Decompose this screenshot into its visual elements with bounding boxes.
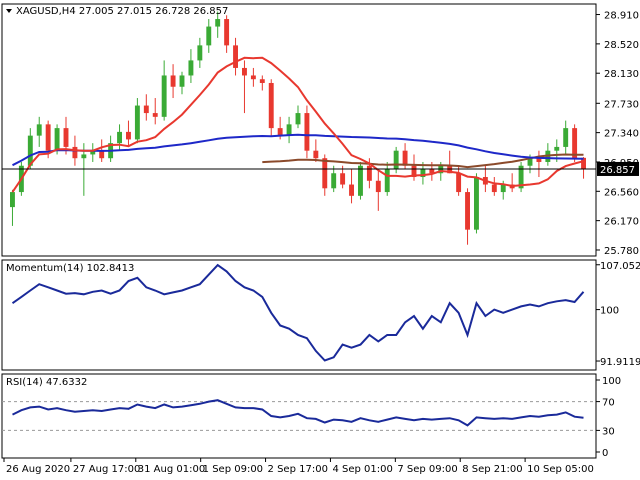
x-tick-label: 8 Sep 21:00	[462, 464, 522, 475]
candle-body	[45, 124, 51, 151]
momentum-label: Momentum(14) 102.8413	[6, 263, 134, 274]
current-price-label: 26.857	[600, 165, 635, 176]
x-tick-label: 26 Aug 2020	[6, 464, 70, 475]
symbol-info: XAGUSD,H4 27.005 27.015 26.728 26.857	[16, 6, 228, 17]
chart-svg: 28.91028.52028.13027.73027.34026.95026.5…	[1, 3, 640, 475]
candle-body	[152, 113, 158, 117]
x-tick-label: 1 Sep 09:00	[203, 464, 263, 475]
x-tick-label: 2 Sep 17:00	[268, 464, 328, 475]
x-tick-label: 27 Aug 17:00	[73, 464, 140, 475]
candle-body	[474, 177, 479, 230]
candle-body	[10, 192, 15, 208]
candle-body	[366, 165, 372, 181]
candle-body	[268, 82, 274, 129]
candle-body	[117, 131, 122, 144]
momentum-tick-label: 91.9119	[600, 357, 640, 368]
candle-body	[340, 173, 346, 185]
candle-body	[286, 124, 292, 136]
candle-body	[242, 67, 247, 76]
price-tick-label: 26.560	[604, 187, 639, 198]
candle-body	[456, 173, 462, 193]
sma-slow-line	[262, 153, 584, 169]
candle-body	[563, 128, 569, 147]
price-tick-label: 27.340	[604, 129, 639, 140]
rsi-tick-label: 30	[602, 426, 615, 437]
rsi-tick-label: 0	[602, 448, 608, 459]
candle-body	[197, 45, 203, 61]
candle-body	[554, 146, 560, 151]
price-tick-label: 28.520	[604, 40, 639, 51]
candle-body	[81, 154, 87, 159]
candle-body	[375, 180, 381, 193]
candle-body	[500, 184, 506, 193]
candle-body	[134, 105, 140, 140]
rsi-tick-label: 70	[602, 398, 615, 409]
candle-body	[358, 165, 363, 196]
price-tick-label: 28.910	[604, 11, 639, 22]
momentum-tick-label: 107.0522	[600, 261, 640, 272]
x-tick-label: 4 Sep 01:00	[332, 464, 392, 475]
x-tick-label: 31 Aug 01:00	[138, 464, 205, 475]
candle-body	[322, 158, 328, 189]
candle-body	[393, 150, 399, 170]
momentum-tick-label: 100	[600, 306, 619, 317]
candle-body	[233, 45, 238, 68]
candle-body	[349, 184, 354, 196]
candle-body	[259, 79, 265, 83]
price-tick-label: 25.780	[604, 246, 639, 257]
candle-body	[143, 105, 149, 114]
candle-body	[331, 173, 337, 189]
candle-body	[313, 150, 319, 159]
candle-body	[465, 192, 470, 230]
candle-body	[36, 124, 42, 136]
candle-body	[304, 113, 310, 151]
price-panel-frame	[1, 3, 597, 257]
candle-body	[72, 146, 78, 159]
candle-body	[491, 184, 497, 193]
candle-body	[161, 75, 167, 117]
price-tick-label: 27.730	[604, 99, 639, 110]
rsi-line	[12, 399, 584, 427]
candle-body	[54, 128, 60, 151]
x-tick-label: 7 Sep 09:00	[397, 464, 457, 475]
collapse-triangle-icon	[6, 9, 12, 13]
momentum-line	[11, 263, 585, 362]
candle-body	[215, 19, 221, 27]
candle-body	[402, 150, 408, 166]
candle-body	[384, 169, 390, 193]
candle-body	[126, 131, 131, 140]
momentum-panel-frame	[1, 259, 597, 371]
candle-body	[170, 75, 176, 87]
candle-body	[188, 60, 194, 76]
rsi-panel-frame	[1, 373, 597, 459]
price-tick-label: 28.130	[604, 69, 639, 80]
candle-body	[206, 26, 212, 46]
candle-body	[295, 113, 301, 125]
candle-body	[179, 75, 185, 87]
candle-body	[63, 128, 69, 147]
candle-body	[224, 19, 230, 46]
price-tick-label: 26.170	[604, 217, 639, 228]
candle-body	[250, 75, 256, 80]
rsi-tick-label: 100	[602, 376, 621, 387]
rsi-label: RSI(14) 47.6332	[6, 377, 87, 388]
x-tick-label: 10 Sep 05:00	[527, 464, 594, 475]
